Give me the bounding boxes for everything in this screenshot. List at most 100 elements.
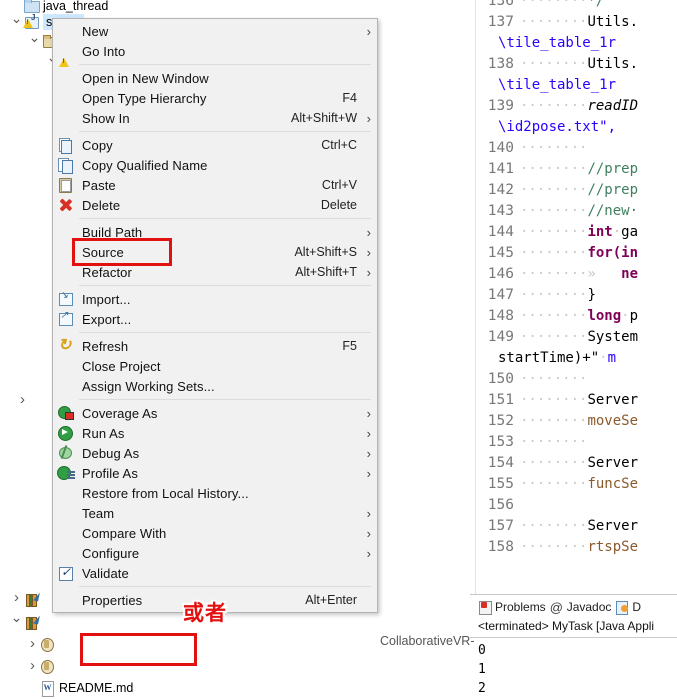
menu-item-shortcut: Alt+Shift+T	[295, 265, 357, 279]
line-number: 144	[487, 224, 514, 240]
twisty-open-icon[interactable]	[10, 14, 23, 29]
menu-separator	[79, 285, 371, 286]
menu-item-build-path[interactable]: Build Path ›	[53, 222, 377, 242]
console-output-line: 0	[478, 643, 486, 658]
code-text: ········Utils.	[520, 56, 639, 72]
code-text: ········Server	[520, 518, 639, 534]
code-text: ········	[520, 371, 588, 387]
menu-item-icon-slot	[53, 357, 79, 375]
menu-item-close-project[interactable]: Close Project	[53, 356, 377, 376]
menu-item-export[interactable]: Export...	[53, 309, 377, 329]
menu-item-restore-from-local-history[interactable]: Restore from Local History...	[53, 483, 377, 503]
menu-item-team[interactable]: Team ›	[53, 503, 377, 523]
tree-item-label: README.md	[59, 680, 134, 695]
console-tab[interactable]: D	[615, 600, 641, 615]
menu-item-shortcut: F5	[342, 339, 357, 353]
console-tab-label: Javadoc	[566, 600, 612, 614]
menu-item-coverage-as[interactable]: Coverage As ›	[53, 403, 377, 423]
twisty-closed-icon[interactable]	[10, 590, 23, 605]
menu-item-assign-working-sets[interactable]: Assign Working Sets...	[53, 376, 377, 396]
code-text: ········	[520, 434, 588, 450]
menu-separator	[79, 399, 371, 400]
menu-item-label: Go Into	[82, 43, 126, 59]
console-tab-bar[interactable]: Problems @ Javadoc D	[470, 597, 641, 617]
menu-item-label: Debug As	[82, 445, 140, 461]
submenu-chevron-icon: ›	[366, 110, 371, 126]
menu-item-open-in-new-window[interactable]: Open in New Window	[53, 68, 377, 88]
console-output-line: 1	[478, 662, 486, 677]
library-icon	[23, 613, 40, 630]
menu-item-go-into[interactable]: Go Into	[53, 41, 377, 61]
twisty-closed-icon[interactable]	[26, 636, 39, 651]
console-tab[interactable]: @ Javadoc	[550, 600, 612, 615]
code-text: ········}	[520, 287, 596, 303]
menu-item-new[interactable]: New ›	[53, 21, 377, 41]
submenu-chevron-icon: ›	[366, 224, 371, 240]
submenu-chevron-icon: ›	[366, 525, 371, 541]
menu-item-paste[interactable]: Paste Ctrl+V	[53, 175, 377, 195]
menu-item-validate[interactable]: Validate	[53, 563, 377, 583]
menu-item-run-as[interactable]: Run As ›	[53, 423, 377, 443]
line-number: 154	[487, 455, 514, 471]
menu-item-profile-as[interactable]: Profile As ›	[53, 463, 377, 483]
menu-item-import[interactable]: Import...	[53, 289, 377, 309]
submenu-chevron-icon: ›	[366, 23, 371, 39]
menu-item-open-type-hierarchy[interactable]: Open Type Hierarchy F4	[53, 88, 377, 108]
tree-item[interactable]	[16, 390, 29, 409]
menu-item-shortcut: Ctrl+C	[321, 138, 357, 152]
menu-item-source[interactable]: Source Alt+Shift+S ›	[53, 242, 377, 262]
line-number: 152	[487, 413, 514, 429]
tree-item[interactable]	[10, 611, 43, 630]
menu-item-label: Team	[82, 505, 115, 521]
submenu-chevron-icon: ›	[366, 445, 371, 461]
console-divider	[470, 637, 677, 638]
submenu-chevron-icon: ›	[366, 405, 371, 421]
code-text: ········funcSe	[520, 476, 639, 492]
project-context-menu[interactable]: New › Go Into Open in New Window Open Type H…	[52, 18, 378, 613]
twisty-open-icon[interactable]	[28, 33, 41, 48]
menu-item-debug-as[interactable]: Debug As ›	[53, 443, 377, 463]
line-number: 139	[487, 98, 514, 114]
twisty-closed-icon[interactable]	[16, 392, 29, 407]
twisty-open-icon[interactable]	[10, 613, 23, 628]
tree-item[interactable]: README.md	[26, 678, 133, 697]
menu-item-configure[interactable]: Configure ›	[53, 543, 377, 563]
line-number: 148	[487, 308, 514, 324]
menu-item-icon-slot	[53, 377, 79, 395]
menu-item-label: Compare With	[82, 525, 167, 541]
line-number: 149	[487, 329, 514, 345]
menu-item-copy-qualified-name[interactable]: Copy Qualified Name	[53, 155, 377, 175]
menu-item-label: Profile As	[82, 465, 138, 481]
menu-items[interactable]: New › Go Into Open in New Window Open Type H…	[53, 21, 377, 610]
tree-item[interactable]	[26, 656, 59, 675]
console-tab[interactable]: Problems	[478, 600, 546, 615]
code-text: ········//new·	[520, 203, 639, 219]
tree-item[interactable]	[10, 588, 43, 607]
jar-icon	[39, 636, 56, 652]
console-view[interactable]: Problems @ Javadoc D <terminated> MyTask [J…	[470, 594, 677, 699]
code-text: ········Utils.	[520, 14, 639, 30]
tree-item[interactable]	[26, 634, 59, 653]
menu-item-copy[interactable]: Copy Ctrl+C	[53, 135, 377, 155]
menu-item-delete[interactable]: Delete Delete	[53, 195, 377, 215]
menu-item-shortcut: Delete	[320, 198, 357, 212]
submenu-chevron-icon: ›	[366, 244, 371, 260]
line-number: 153	[487, 434, 514, 450]
line-number: 142	[487, 182, 514, 198]
line-number: 156	[487, 497, 514, 513]
code-editor[interactable]: 136 ········*/ 137 ········Utils. \tile_tabl…	[470, 0, 677, 594]
menu-item-refresh[interactable]: Refresh F5	[53, 335, 377, 356]
coverage-icon	[53, 404, 79, 422]
code-text: ········rtspSe	[520, 539, 639, 555]
doc-icon	[39, 680, 56, 697]
menu-item-compare-with[interactable]: Compare With ›	[53, 523, 377, 543]
menu-item-label: Paste	[82, 177, 116, 193]
twisty-closed-icon[interactable]	[26, 658, 39, 673]
warning-badge-icon	[23, 18, 33, 28]
menu-item-refactor[interactable]: Refactor Alt+Shift+T ›	[53, 262, 377, 282]
menu-item-shortcut: Alt+Shift+S	[294, 245, 357, 259]
menu-item-label: Run As	[82, 425, 125, 441]
line-number: 150	[487, 371, 514, 387]
menu-item-show-in[interactable]: Show In Alt+Shift+W ›	[53, 108, 377, 128]
menu-item-label: New	[82, 23, 109, 39]
